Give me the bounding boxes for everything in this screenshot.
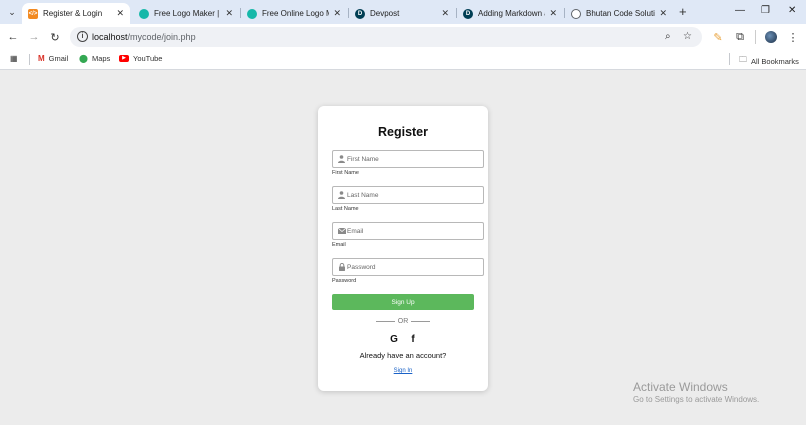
tab-title: Free Online Logo Ma — [262, 9, 330, 18]
all-bookmarks-label: All Bookmarks — [751, 56, 799, 66]
register-title: Register — [377, 125, 429, 139]
first-name-input[interactable] — [347, 152, 481, 166]
tab-title: Free Logo Maker | Cr — [154, 9, 221, 18]
bookmark-label: YouTube — [133, 54, 163, 63]
globe-favicon-icon — [571, 8, 581, 19]
activate-windows-title: Activate Windows — [633, 380, 728, 394]
youtube-icon: ▶ — [119, 55, 129, 62]
password-input[interactable] — [347, 260, 481, 274]
all-bookmarks-button[interactable]: 🗀 All Bookmarks — [739, 54, 799, 68]
zoom-search-icon[interactable]: ⌕ — [665, 31, 671, 42]
tab-title: Register & Login — [43, 9, 103, 18]
password-field[interactable] — [332, 258, 484, 276]
tab-free-logo-maker[interactable]: Free Logo Maker | Cr ✕ — [133, 3, 239, 24]
facebook-icon[interactable]: f — [407, 333, 419, 345]
tab-register-login[interactable]: </> Register & Login ✕ — [22, 3, 130, 24]
user-icon — [337, 154, 346, 164]
url-text[interactable]: localhost/mycode/join.php — [92, 32, 196, 42]
tab-free-online-logo[interactable]: Free Online Logo Ma ✕ — [241, 3, 347, 24]
logo-maker-favicon-icon — [247, 8, 257, 19]
restore-icon[interactable]: ❐ — [761, 4, 770, 18]
lock-icon — [337, 262, 346, 272]
first-name-label: First Name — [332, 170, 359, 176]
password-label: Password — [332, 278, 357, 284]
pen-extension-icon[interactable]: ✎ — [711, 30, 725, 44]
profile-avatar-icon[interactable] — [764, 30, 778, 44]
already-have-account-text: Already have an account? — [359, 351, 447, 360]
code-favicon-icon: </> — [28, 8, 38, 19]
tab-bhutan-code[interactable]: Bhutan Code Solutio ✕ — [565, 3, 673, 24]
close-tab-icon[interactable]: ✕ — [659, 8, 667, 19]
url-host: localhost — [92, 32, 128, 42]
register-card: Register First Name Last Name Email Pass… — [318, 106, 488, 391]
address-bar[interactable]: i localhost/mycode/join.php ⌕ ☆ — [70, 27, 702, 47]
new-tab-icon[interactable]: + — [679, 4, 687, 19]
email-field[interactable] — [332, 222, 484, 240]
first-name-field[interactable] — [332, 150, 484, 168]
menu-kebab-icon[interactable]: ⋮ — [786, 30, 800, 44]
logo-maker-favicon-icon — [139, 8, 149, 19]
tab-devpost[interactable]: D Devpost ✕ — [349, 3, 455, 24]
toolbar-divider — [755, 30, 756, 44]
devpost-favicon-icon: D — [463, 8, 473, 19]
activate-windows-subtitle: Go to Settings to activate Windows. — [633, 395, 760, 404]
sign-up-button[interactable]: Sign Up — [332, 294, 474, 310]
reload-icon[interactable]: ↻ — [48, 30, 62, 44]
or-divider: OR — [318, 318, 488, 325]
close-tab-icon[interactable]: ✕ — [116, 8, 124, 19]
or-text: OR — [397, 318, 409, 325]
gmail-icon: M — [38, 54, 45, 63]
bookmarks-divider — [29, 54, 30, 65]
user-icon — [337, 190, 346, 200]
divider-line — [411, 320, 431, 322]
bookmark-star-icon[interactable]: ☆ — [683, 31, 692, 42]
maps-icon: ⬤ — [79, 54, 88, 63]
forward-icon[interactable]: → — [27, 30, 41, 44]
divider-line — [375, 320, 395, 322]
bookmark-maps[interactable]: ⬤ Maps — [79, 54, 110, 63]
envelope-icon — [337, 226, 346, 236]
folder-icon: 🗀 — [739, 55, 747, 64]
close-tab-icon[interactable]: ✕ — [441, 8, 449, 19]
bookmark-youtube[interactable]: ▶ YouTube — [119, 54, 162, 63]
devpost-favicon-icon: D — [355, 8, 365, 19]
extensions-puzzle-icon[interactable]: ⧉ — [733, 30, 747, 44]
email-label: Email — [332, 242, 346, 248]
google-icon[interactable]: G — [388, 333, 400, 345]
close-tab-icon[interactable]: ✕ — [549, 8, 557, 19]
bookmark-label: Gmail — [48, 54, 69, 63]
back-icon[interactable]: ← — [6, 30, 20, 44]
tab-title: Bhutan Code Solutio — [586, 9, 656, 18]
close-tab-icon[interactable]: ✕ — [225, 8, 233, 19]
minimize-icon[interactable]: — — [735, 4, 745, 18]
tab-strip: ⌄ </> Register & Login ✕ Free Logo Maker… — [0, 0, 806, 24]
bookmark-label: Maps — [91, 54, 111, 63]
url-path: /mycode/join.php — [127, 32, 196, 42]
bookmark-gmail[interactable]: M Gmail — [38, 54, 68, 63]
close-window-icon[interactable]: ✕ — [788, 4, 796, 18]
last-name-input[interactable] — [347, 188, 481, 202]
last-name-label: Last Name — [332, 206, 359, 212]
tab-adding-markdown[interactable]: D Adding Markdown a ✕ — [457, 3, 563, 24]
tab-title: Adding Markdown a — [478, 9, 546, 18]
last-name-field[interactable] — [332, 186, 484, 204]
apps-grid-icon[interactable]: ▦ — [10, 54, 22, 63]
tab-title: Devpost — [370, 9, 400, 18]
email-input[interactable] — [347, 224, 481, 238]
bookmarks-divider — [729, 53, 730, 65]
browser-toolbar: ← → ↻ i localhost/mycode/join.php ⌕ ☆ ✎ … — [0, 24, 806, 50]
bookmarks-bar: ▦ M Gmail ⬤ Maps ▶ YouTube 🗀 All Bookmar… — [0, 50, 806, 70]
sign-in-link[interactable]: Sign In — [318, 368, 488, 374]
close-tab-icon[interactable]: ✕ — [333, 8, 341, 19]
tab-search-chevron-icon[interactable]: ⌄ — [4, 4, 20, 20]
site-info-icon[interactable]: i — [77, 31, 88, 42]
